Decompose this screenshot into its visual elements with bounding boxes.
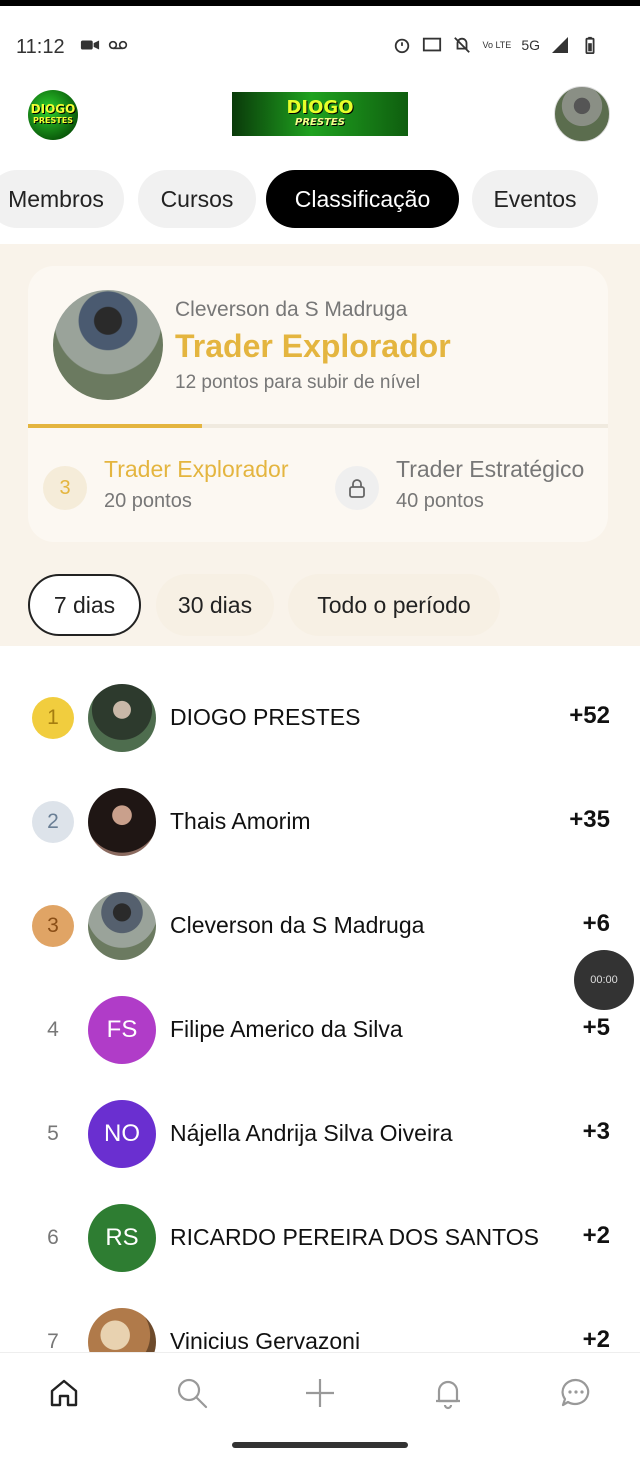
member-score: +5	[582, 1014, 610, 1041]
cast-icon	[423, 37, 442, 52]
filter-7-dias[interactable]: 7 dias	[28, 574, 141, 636]
status-left-icons	[80, 36, 128, 54]
status-time: 11:12	[16, 36, 65, 58]
rank-number: 4	[47, 1018, 59, 1041]
rank-number: 6	[47, 1226, 59, 1249]
member-name: Thais Amorim	[170, 808, 311, 834]
home-indicator	[232, 1442, 408, 1448]
rank-badge: 1	[32, 697, 74, 739]
avatar: RS	[88, 1204, 156, 1272]
member-name: DIOGO PRESTES	[170, 704, 361, 730]
tab-cursos[interactable]: Cursos	[138, 170, 256, 228]
member-name: Vinicius Gervazoni	[170, 1328, 361, 1354]
member-name: Cleverson da S Madruga	[170, 912, 425, 938]
member-name: RICARDO PEREIRA DOS SANTOS	[170, 1224, 539, 1250]
logo-round-line2: PRESTES	[33, 116, 73, 125]
tab-membros[interactable]: Membros	[0, 170, 124, 228]
lock-icon	[335, 466, 379, 510]
section-tabs: Membros Cursos Classificação Eventos	[0, 170, 640, 230]
home-icon[interactable]	[40, 1369, 88, 1417]
bell-icon[interactable]	[424, 1369, 472, 1417]
banner-logo-line1: DIOGO	[286, 97, 354, 118]
next-level-points: 40 pontos	[396, 490, 484, 512]
points-to-next-level: 12 pontos para subir de nível	[175, 372, 421, 393]
leaderboard-row[interactable]: 2 Thais Amorim +35	[0, 782, 640, 862]
filter-todo-periodo[interactable]: Todo o período	[288, 574, 500, 636]
banner-logo: DIOGO PRESTES	[232, 92, 408, 136]
avatar	[88, 892, 156, 960]
avatar: FS	[88, 996, 156, 1064]
current-level-name: Trader Explorador	[104, 456, 289, 482]
current-level-points: 20 pontos	[104, 490, 192, 512]
bottom-nav	[0, 1352, 640, 1466]
leaderboard-row[interactable]: 6 RS RICARDO PEREIRA DOS SANTOS +2	[0, 1198, 640, 1278]
member-score: +35	[569, 806, 610, 833]
status-bar: 11:12 Vo LTE 5G	[0, 0, 640, 88]
profile-level-name: Trader Explorador	[175, 328, 451, 364]
rank-badge: 2	[32, 801, 74, 843]
leaderboard-row[interactable]: 5 NO Nájella Andrija Silva Oiveira +3	[0, 1094, 640, 1174]
voicemail-icon	[108, 40, 128, 50]
period-filters: 7 dias 30 dias Todo o período	[0, 574, 640, 638]
search-icon[interactable]	[168, 1369, 216, 1417]
next-level-name: Trader Estratégico	[396, 456, 585, 482]
leaderboard-row[interactable]: 1 DIOGO PRESTES +52	[0, 678, 640, 758]
leaderboard-row[interactable]: 3 Cleverson da S Madruga +6	[0, 886, 640, 966]
member-score: +52	[569, 702, 610, 729]
filter-30-dias[interactable]: 30 dias	[156, 574, 274, 636]
member-name: Nájella Andrija Silva Oiveira	[170, 1120, 453, 1146]
chat-icon[interactable]	[552, 1369, 600, 1417]
profile-name: Cleverson da S Madruga	[175, 298, 408, 321]
level-progress-bar	[28, 424, 608, 428]
app-header: DIOGO PRESTES DIOGO PRESTES	[0, 84, 640, 148]
carrier-tag: Vo LTE	[482, 40, 512, 50]
network-type: 5G	[521, 37, 540, 53]
rank-number: 5	[47, 1122, 59, 1145]
avatar	[88, 684, 156, 752]
alarm-icon	[395, 38, 410, 54]
tab-eventos[interactable]: Eventos	[472, 170, 598, 228]
plus-icon[interactable]	[296, 1369, 344, 1417]
tab-classificacao[interactable]: Classificação	[266, 170, 459, 228]
rank-badge: 3	[32, 905, 74, 947]
level-progress-fill	[28, 424, 202, 428]
leaderboard-row[interactable]: 4 FS Filipe Americo da Silva +5	[0, 990, 640, 1070]
member-score: +3	[582, 1118, 610, 1145]
member-score: +6	[582, 910, 610, 937]
signal-icon	[552, 37, 568, 53]
mute-icon	[454, 37, 471, 53]
current-level-badge: 3	[43, 466, 87, 510]
avatar	[88, 788, 156, 856]
user-avatar[interactable]	[554, 86, 610, 142]
avatar: NO	[88, 1100, 156, 1168]
logo-round-line1: DIOGO	[30, 102, 76, 116]
banner-logo-line2: PRESTES	[295, 117, 345, 128]
video-camera-icon	[80, 40, 100, 50]
community-logo[interactable]: DIOGO PRESTES	[28, 90, 78, 140]
member-name: Filipe Americo da Silva	[170, 1016, 403, 1042]
member-score: +2	[582, 1326, 610, 1353]
member-score: +2	[582, 1222, 610, 1249]
profile-avatar	[53, 290, 163, 400]
battery-icon	[585, 36, 595, 54]
floating-timer-button[interactable]: 00:00	[574, 950, 634, 1010]
level-card: Cleverson da S Madruga Trader Explorador…	[28, 266, 608, 542]
profile-section: Cleverson da S Madruga Trader Explorador…	[0, 244, 640, 646]
status-right-icons: Vo LTE 5G	[392, 36, 600, 54]
